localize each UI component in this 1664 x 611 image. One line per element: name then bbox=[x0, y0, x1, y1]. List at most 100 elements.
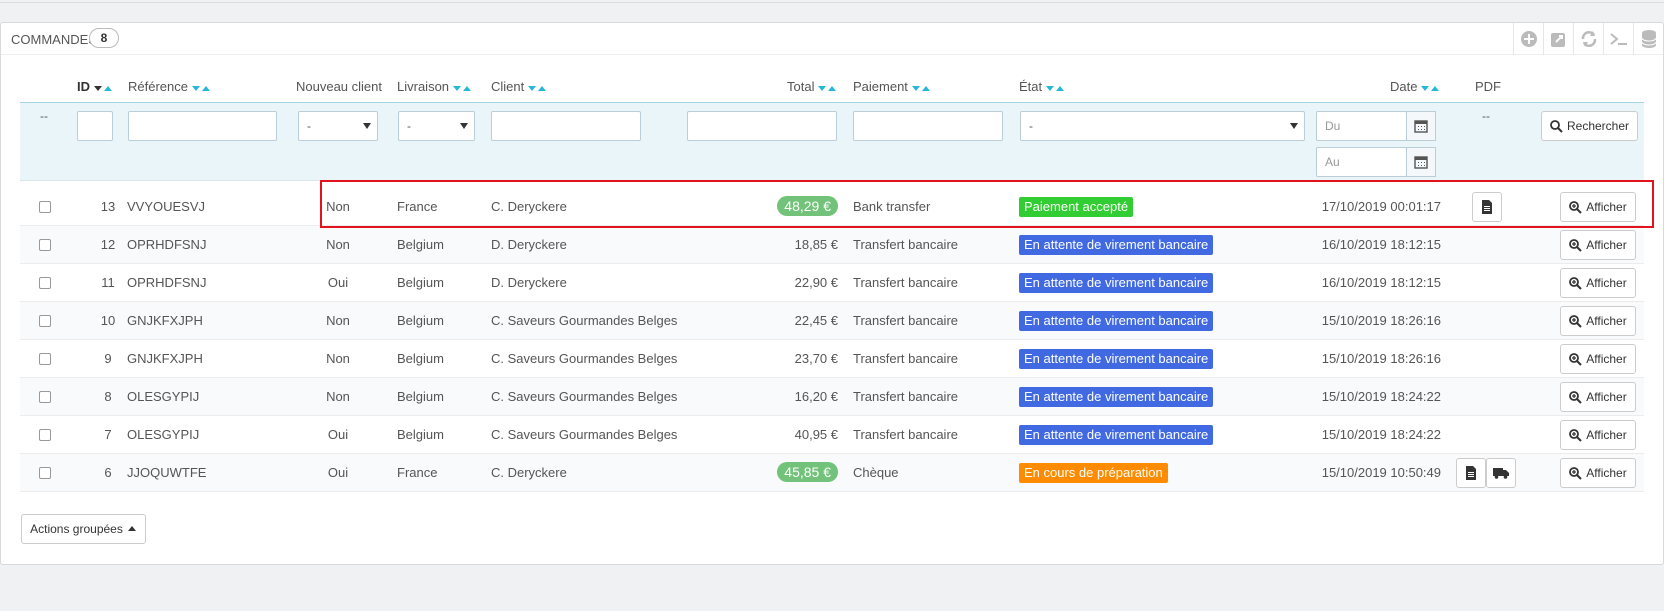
row-checkbox[interactable] bbox=[39, 467, 51, 479]
filter-new-client-select[interactable]: - bbox=[298, 111, 378, 141]
calendar-icon[interactable] bbox=[1406, 111, 1436, 141]
zoom-in-icon bbox=[1569, 466, 1582, 480]
row-checkbox[interactable] bbox=[39, 201, 51, 213]
cell-state: En attente de virement bancaire bbox=[1019, 340, 1214, 377]
cell-reference: JJOQUWTFE bbox=[127, 465, 207, 480]
table-row[interactable]: 13 VVYOUESVJ Non France C. Deryckere 48,29 € B… bbox=[20, 188, 1644, 226]
status-badge: Paiement accepté bbox=[1019, 197, 1134, 217]
column-header-total[interactable]: Total bbox=[787, 79, 837, 95]
zoom-in-icon bbox=[1569, 200, 1582, 214]
cell-reference: GNJKFXJPH bbox=[127, 313, 203, 328]
filter-reference-input[interactable] bbox=[128, 111, 277, 141]
cell-state: En cours de préparation bbox=[1019, 454, 1168, 491]
table-row[interactable]: 9 GNJKFXJPH Non Belgium C. Saveurs Gourmande… bbox=[20, 340, 1644, 378]
column-header-reference[interactable]: Référence bbox=[128, 79, 211, 95]
row-checkbox[interactable] bbox=[39, 315, 51, 327]
row-checkbox[interactable] bbox=[39, 391, 51, 403]
filter-client-input[interactable] bbox=[491, 111, 641, 141]
pdf-filter-placeholder: -- bbox=[1482, 109, 1490, 123]
sort-arrows-icon[interactable] bbox=[527, 80, 547, 95]
table-row[interactable]: 6 JJOQUWTFE Oui France C. Deryckere 45,85 € Ch… bbox=[20, 454, 1644, 492]
cell-id: 8 bbox=[104, 389, 112, 404]
row-checkbox[interactable] bbox=[39, 277, 51, 289]
filter-date-to-input[interactable]: Au bbox=[1316, 147, 1407, 177]
sort-arrows-icon[interactable] bbox=[911, 80, 931, 95]
search-button[interactable]: Rechercher bbox=[1541, 111, 1638, 141]
view-order-button[interactable]: Afficher bbox=[1560, 458, 1636, 488]
cell-reference: VVYOUESVJ bbox=[127, 199, 206, 214]
column-header-delivery[interactable]: Livraison bbox=[397, 79, 472, 95]
cell-reference: OLESGYPIJ bbox=[127, 389, 200, 404]
cell-delivery: Belgium bbox=[397, 313, 444, 328]
view-order-button[interactable]: Afficher bbox=[1560, 382, 1636, 412]
export-icon[interactable] bbox=[1543, 23, 1573, 55]
filter-state-select[interactable]: - bbox=[1020, 111, 1305, 141]
cell-payment: Transfert bancaire bbox=[853, 275, 959, 290]
cell-delivery: Belgium bbox=[397, 351, 444, 366]
table-row[interactable]: 8 OLESGYPIJ Non Belgium C. Saveurs Gourmande… bbox=[20, 378, 1644, 416]
filter-date-from-input[interactable]: Du bbox=[1316, 111, 1407, 141]
invoice-pdf-icon[interactable] bbox=[1456, 458, 1486, 488]
column-header-state[interactable]: État bbox=[1019, 79, 1065, 95]
cell-id: 7 bbox=[104, 427, 112, 442]
row-checkbox[interactable] bbox=[39, 353, 51, 365]
cell-total: 48,29 € bbox=[777, 188, 838, 225]
add-icon[interactable] bbox=[1513, 23, 1543, 55]
cell-delivery: Belgium bbox=[397, 237, 444, 252]
caret-down-icon bbox=[1290, 123, 1298, 129]
cell-new-client: Oui bbox=[327, 427, 349, 442]
filter-row: -- - - - Du Au -- Rechercher bbox=[20, 102, 1644, 181]
column-header-payment[interactable]: Paiement bbox=[853, 79, 931, 95]
cell-total: 16,20 € bbox=[794, 389, 838, 404]
filter-id-input[interactable] bbox=[77, 111, 113, 141]
column-header-date[interactable]: Date bbox=[1390, 79, 1440, 95]
cell-date: 15/10/2019 18:26:16 bbox=[1321, 313, 1441, 328]
view-order-button[interactable]: Afficher bbox=[1560, 420, 1636, 450]
view-order-button[interactable]: Afficher bbox=[1560, 268, 1636, 298]
column-header-client[interactable]: Client bbox=[491, 79, 547, 95]
sort-arrows-icon[interactable] bbox=[817, 80, 837, 95]
cell-payment: Transfert bancaire bbox=[853, 427, 959, 442]
view-order-button[interactable]: Afficher bbox=[1560, 192, 1636, 222]
cell-date: 15/10/2019 10:50:49 bbox=[1321, 465, 1441, 480]
table-row[interactable]: 7 OLESGYPIJ Oui Belgium C. Saveurs Gourmande… bbox=[20, 416, 1644, 454]
cell-date: 15/10/2019 18:24:22 bbox=[1321, 389, 1441, 404]
sort-arrows-icon[interactable] bbox=[1420, 80, 1440, 95]
sort-arrows-icon[interactable] bbox=[1045, 80, 1065, 95]
sort-arrows-icon[interactable] bbox=[93, 80, 113, 95]
sort-arrows-icon[interactable] bbox=[191, 80, 211, 95]
column-header-id[interactable]: ID bbox=[77, 79, 113, 95]
sort-arrows-icon[interactable] bbox=[452, 80, 472, 95]
filter-payment-input[interactable] bbox=[853, 111, 1003, 141]
bulk-filter-placeholder: -- bbox=[40, 109, 48, 123]
table-row[interactable]: 12 OPRHDFSNJ Non Belgium D. Deryckere 18,85 €… bbox=[20, 226, 1644, 264]
total-badge: 45,85 € bbox=[777, 462, 838, 482]
view-order-button[interactable]: Afficher bbox=[1560, 230, 1636, 260]
sql-icon[interactable] bbox=[1603, 23, 1633, 55]
zoom-in-icon bbox=[1569, 428, 1582, 442]
delivery-slip-icon[interactable] bbox=[1486, 458, 1516, 488]
row-checkbox[interactable] bbox=[39, 239, 51, 251]
refresh-icon[interactable] bbox=[1573, 23, 1603, 55]
database-icon[interactable] bbox=[1633, 23, 1663, 55]
column-header-new-client[interactable]: Nouveau client bbox=[296, 79, 382, 94]
row-checkbox[interactable] bbox=[39, 429, 51, 441]
invoice-pdf-icon[interactable] bbox=[1472, 192, 1502, 222]
filter-delivery-select[interactable]: - bbox=[398, 111, 475, 141]
view-order-button[interactable]: Afficher bbox=[1560, 306, 1636, 336]
cell-total: 22,90 € bbox=[794, 275, 838, 290]
table-row[interactable]: 11 OPRHDFSNJ Oui Belgium D. Deryckere 22,90 €… bbox=[20, 264, 1644, 302]
cell-new-client: Non bbox=[326, 199, 350, 214]
table-row[interactable]: 10 GNJKFXJPH Non Belgium C. Saveurs Gourmand… bbox=[20, 302, 1644, 340]
cell-date: 17/10/2019 00:01:17 bbox=[1321, 199, 1441, 214]
total-badge: 48,29 € bbox=[777, 196, 838, 216]
cell-state: En attente de virement bancaire bbox=[1019, 226, 1214, 263]
view-order-button[interactable]: Afficher bbox=[1560, 344, 1636, 374]
cell-state: Paiement accepté bbox=[1019, 188, 1134, 225]
cell-delivery: Belgium bbox=[397, 389, 444, 404]
filter-total-input[interactable] bbox=[687, 111, 837, 141]
calendar-icon[interactable] bbox=[1406, 147, 1436, 177]
bulk-actions-button[interactable]: Actions groupées bbox=[21, 514, 146, 544]
cell-reference: OPRHDFSNJ bbox=[127, 237, 207, 252]
top-strip bbox=[0, 0, 1664, 3]
